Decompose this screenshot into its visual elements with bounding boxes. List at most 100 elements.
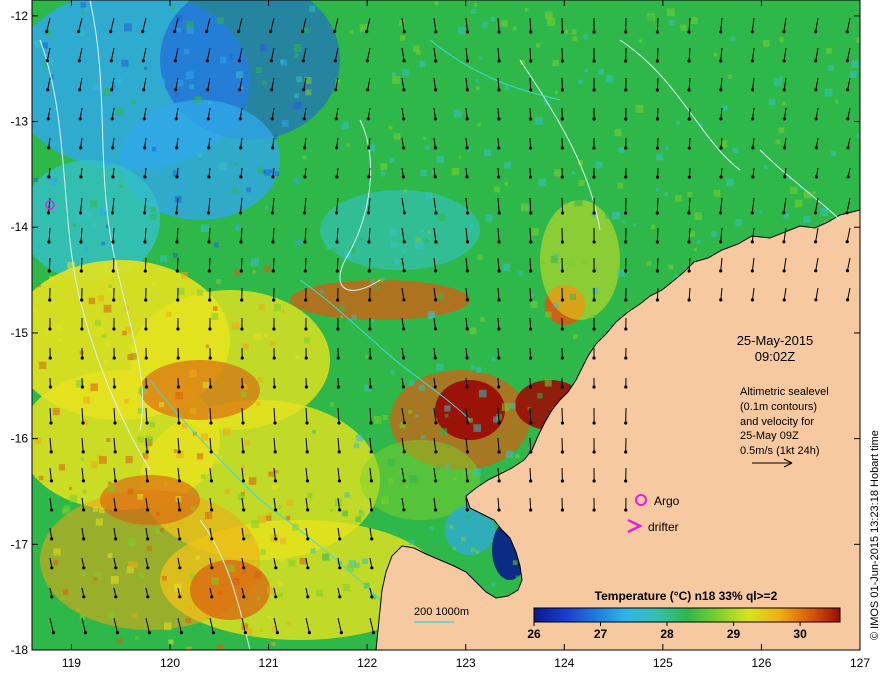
longitude-tick-label: 123 [456, 656, 476, 670]
sst-pixel [436, 155, 444, 163]
sst-pixel [92, 83, 100, 90]
sst-pixel [216, 279, 222, 285]
sst-pixel [342, 584, 350, 592]
sst-pixel [592, 224, 597, 228]
sst-pixel [125, 327, 132, 334]
sst-pixel [90, 223, 97, 229]
sst-pixel [669, 19, 675, 26]
sst-pixel [97, 295, 105, 302]
sst-pixel [436, 466, 440, 471]
sst-pixel [401, 248, 407, 254]
sst-pixel [119, 184, 123, 188]
sst-pixel [113, 87, 120, 93]
sst-pixel [531, 377, 536, 382]
sst-pixel [108, 284, 113, 288]
sst-pixel [245, 533, 251, 539]
sst-pixel [194, 96, 202, 104]
sst-pixel [409, 475, 418, 483]
sst-pixel [205, 344, 210, 348]
sst-pixel [121, 59, 129, 67]
sst-pixel [531, 228, 539, 236]
sst-pixel [128, 344, 134, 350]
sst-pixel [504, 181, 509, 186]
sst-pixel [695, 205, 699, 209]
sst-pixel [405, 485, 409, 489]
sst-pixel [689, 124, 694, 130]
sst-pixel [275, 470, 279, 474]
sst-pixel [174, 583, 182, 592]
sst-pixel [235, 227, 239, 231]
sst-pixel [280, 59, 284, 64]
sst-pixel [54, 553, 58, 557]
sst-pixel [473, 468, 481, 477]
sst-pixel [309, 5, 316, 12]
sst-pixel [420, 30, 428, 38]
sst-pixel [375, 285, 381, 290]
sst-pixel [190, 408, 197, 415]
sst-pixel [572, 36, 578, 42]
sst-pixel [419, 60, 426, 68]
sst-pixel [491, 582, 496, 587]
sst-pixel [43, 64, 48, 69]
sst-pixel [578, 79, 583, 84]
sst-pixel [286, 621, 290, 625]
sst-pixel [578, 180, 585, 186]
sst-pixel [421, 434, 426, 440]
sst-pixel [259, 44, 267, 52]
sst-pixel [592, 287, 599, 294]
sst-pixel [484, 149, 492, 157]
altimetry-line: 0.5m/s (1kt 24h) [740, 445, 819, 457]
sst-pixel [457, 26, 466, 35]
sst-pixel [179, 183, 186, 191]
sst-pixel [694, 212, 702, 220]
sst-pixel [618, 147, 625, 154]
sst-pixel [571, 171, 575, 175]
sst-pixel [83, 211, 92, 220]
sst-pixel [269, 182, 274, 187]
sst-pixel [229, 54, 234, 59]
sst-pixel [150, 213, 157, 220]
sst-pixel [594, 39, 602, 46]
sst-pixel [552, 60, 559, 67]
sst-pixel [278, 505, 282, 509]
sst-pixel [227, 564, 235, 572]
sst-pixel [763, 165, 768, 170]
sst-pixel [253, 333, 261, 341]
sst-pixel [554, 169, 562, 177]
sst-pixel [514, 171, 520, 177]
sst-pixel [512, 26, 517, 31]
sst-pixel [166, 311, 172, 317]
sst-pixel [650, 224, 656, 229]
sst-pixel [524, 8, 529, 12]
altimetry-line: and velocity for [740, 416, 814, 428]
sst-pixel [469, 327, 477, 335]
sst-pixel [477, 122, 482, 127]
sst-pixel [664, 192, 669, 197]
sst-pixel [149, 421, 156, 428]
colorbar-tick-label: 28 [660, 627, 674, 641]
sst-pixel [317, 5, 323, 11]
sst-pixel [529, 120, 535, 126]
sst-pixel [261, 80, 267, 86]
sst-pixel [240, 465, 245, 470]
sst-pixel [124, 23, 132, 32]
sst-pixel [106, 438, 111, 442]
sst-pixel [160, 255, 168, 263]
longitude-tick-label: 122 [357, 656, 377, 670]
sst-pixel [186, 71, 194, 80]
sst-pixel [355, 106, 363, 113]
sst-pixel [285, 155, 289, 160]
sst-pixel [732, 147, 739, 154]
sst-pixel [258, 304, 265, 311]
sst-pixel [267, 615, 271, 619]
sst-pixel [154, 167, 161, 174]
sst-pixel [382, 415, 388, 420]
sst-pixel [200, 224, 209, 233]
sst-pixel [564, 30, 569, 34]
sst-pixel [151, 147, 157, 152]
sst-pixel [76, 608, 80, 612]
sst-pixel [596, 30, 602, 36]
sst-pixel [407, 409, 413, 414]
sst-pixel [130, 353, 136, 359]
sst-pixel [231, 322, 240, 330]
